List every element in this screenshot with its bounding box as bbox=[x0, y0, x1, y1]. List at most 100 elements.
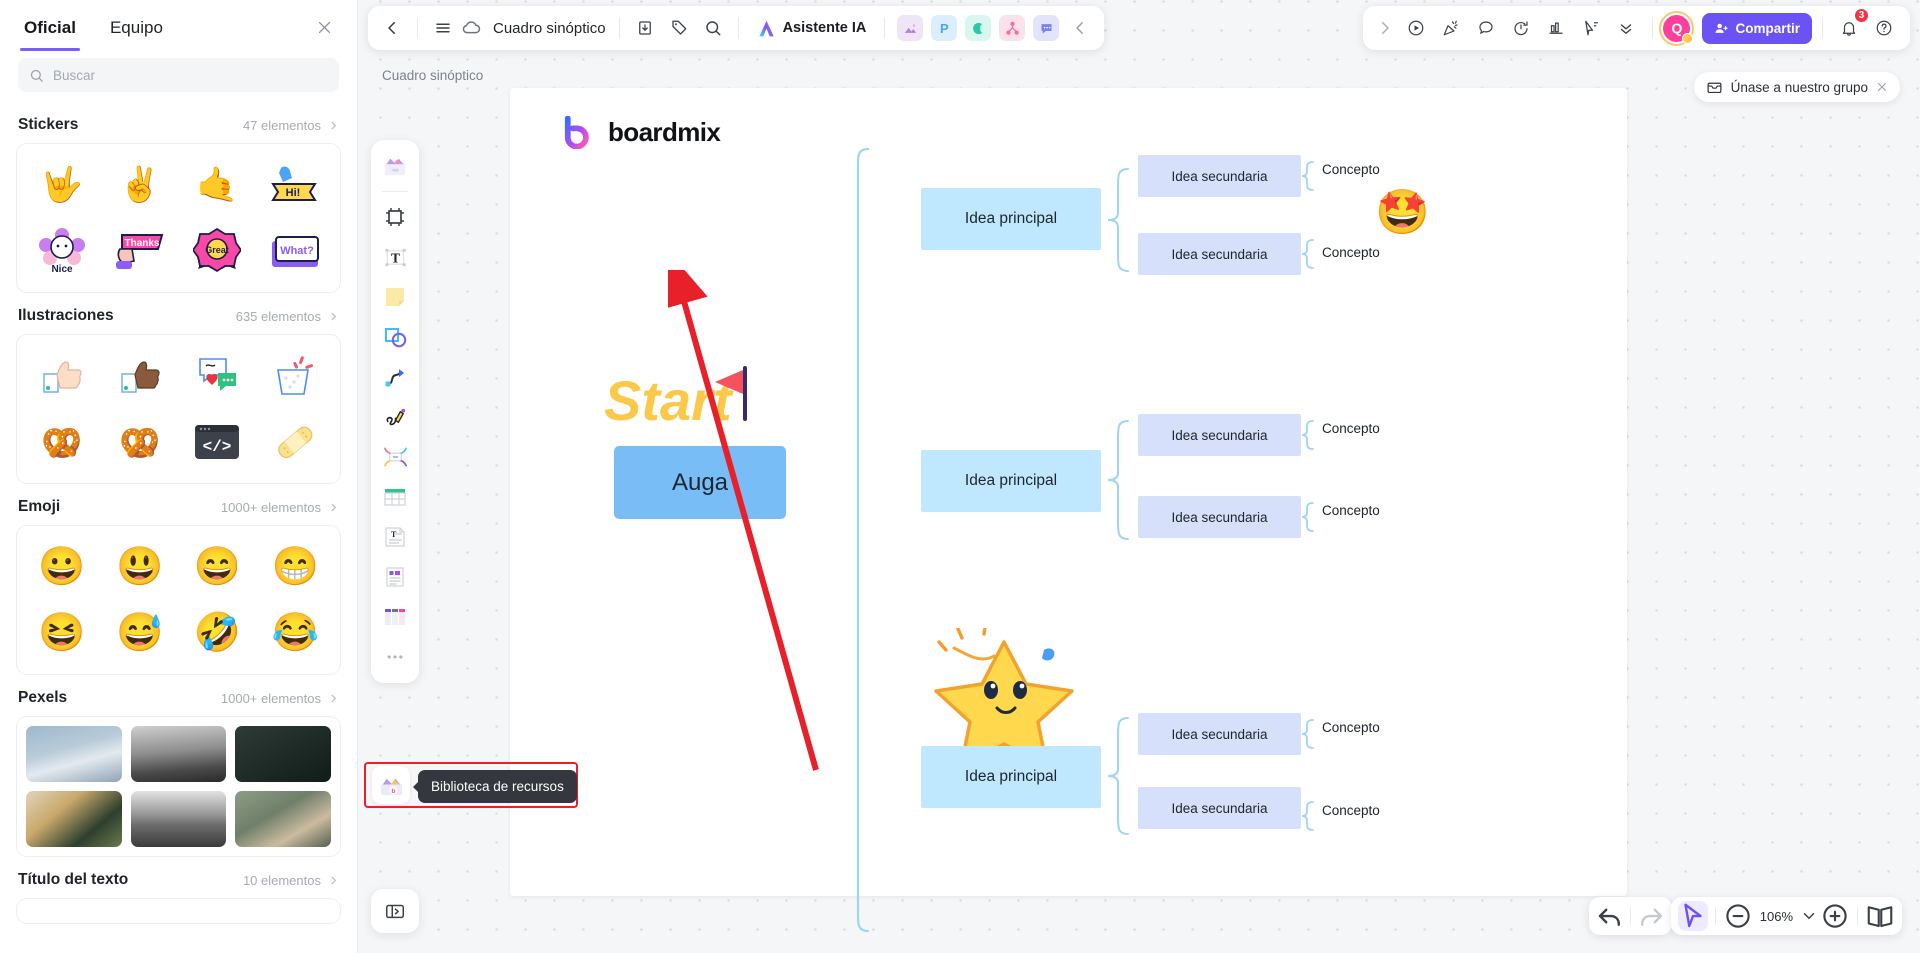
document-card-icon[interactable] bbox=[376, 558, 414, 596]
resource-library-icon[interactable]: b bbox=[372, 766, 410, 804]
secondary-idea-node[interactable]: Idea secundaria bbox=[1138, 787, 1301, 829]
secondary-idea-node[interactable]: Idea secundaria bbox=[1138, 713, 1301, 755]
pexels-photo[interactable] bbox=[130, 726, 227, 782]
canvas-area[interactable]: boardmix Start Start Auga Idea principal… bbox=[358, 0, 1920, 953]
emoji-item[interactable]: 😅 bbox=[101, 602, 179, 664]
sticker-item[interactable]: Thanks bbox=[101, 220, 179, 282]
select-tool-button[interactable] bbox=[1677, 901, 1708, 931]
concept-label[interactable]: Concepto bbox=[1322, 720, 1380, 735]
search-input[interactable] bbox=[53, 67, 328, 83]
sticker-item[interactable]: Nice bbox=[23, 220, 101, 282]
chevron-right-icon[interactable] bbox=[328, 311, 339, 322]
mindmap-icon[interactable] bbox=[999, 15, 1026, 41]
share-button[interactable]: Compartir bbox=[1702, 12, 1812, 44]
join-group-banner[interactable]: Únase a nuestro grupo bbox=[1693, 72, 1900, 102]
secondary-idea-node[interactable]: Idea secundaria bbox=[1138, 233, 1301, 275]
close-icon[interactable] bbox=[311, 14, 337, 40]
sticker-item[interactable]: What? bbox=[256, 220, 334, 282]
kanban-icon[interactable] bbox=[376, 598, 414, 636]
notifications-button[interactable]: 3 bbox=[1833, 8, 1869, 44]
tab-equipo[interactable]: Equipo bbox=[106, 4, 167, 51]
illustration-item[interactable] bbox=[256, 411, 334, 473]
comment-icon[interactable] bbox=[1033, 15, 1060, 41]
section-header-pexels[interactable]: Pexels 1000+ elementos bbox=[16, 675, 341, 716]
zoom-level-label[interactable]: 106% bbox=[1755, 909, 1798, 924]
breadcrumb[interactable]: Cuadro sinóptico bbox=[382, 68, 483, 83]
avatar[interactable]: Q bbox=[1663, 14, 1694, 44]
more-down-button[interactable] bbox=[1610, 12, 1642, 44]
sticker-item[interactable]: 🤟 bbox=[23, 154, 101, 216]
zoom-out-button[interactable] bbox=[1723, 901, 1753, 931]
sticker-pack-icon[interactable] bbox=[376, 147, 414, 185]
emoji-item[interactable]: 😁 bbox=[256, 536, 334, 598]
emoji-item[interactable]: 😃 bbox=[101, 536, 179, 598]
star-sticker[interactable] bbox=[934, 626, 1079, 769]
emoji-item[interactable]: 😆 bbox=[23, 602, 101, 664]
text-card-icon[interactable]: T bbox=[376, 518, 414, 556]
sticker-item[interactable]: ✌️ bbox=[101, 154, 179, 216]
emoji-item[interactable]: 😀 bbox=[23, 536, 101, 598]
back-button[interactable] bbox=[376, 12, 408, 44]
emoji-item[interactable]: 😂 bbox=[256, 602, 334, 664]
main-idea-node[interactable]: Idea principal bbox=[921, 450, 1101, 512]
sticker-item[interactable]: Hi! bbox=[256, 154, 334, 216]
help-button[interactable] bbox=[1868, 12, 1900, 44]
pexels-photo[interactable] bbox=[26, 791, 122, 847]
search-box[interactable] bbox=[18, 58, 339, 92]
sticker-item[interactable]: Great bbox=[179, 220, 257, 282]
export-button[interactable] bbox=[629, 12, 661, 44]
table-icon[interactable] bbox=[376, 478, 414, 516]
board-sheet[interactable]: boardmix Start Start Auga Idea principal… bbox=[510, 88, 1627, 933]
pexels-photo[interactable] bbox=[235, 791, 331, 847]
auga-node[interactable]: Auga bbox=[614, 446, 786, 519]
illustration-item[interactable] bbox=[179, 345, 257, 407]
pointer-cursor-button[interactable] bbox=[1575, 12, 1607, 44]
presentation-view-button[interactable] bbox=[1865, 901, 1895, 931]
text-icon[interactable]: T bbox=[376, 238, 414, 276]
ai-assistant-button[interactable]: Asistente IA bbox=[748, 12, 876, 44]
concept-label[interactable]: Concepto bbox=[1322, 421, 1380, 436]
secondary-idea-node[interactable]: Idea secundaria bbox=[1138, 496, 1301, 538]
illustration-item[interactable] bbox=[101, 345, 179, 407]
star-struck-emoji[interactable]: 🤩 bbox=[1375, 191, 1430, 235]
expand-right-toolbar-button[interactable] bbox=[1373, 12, 1397, 44]
concept-label[interactable]: Concepto bbox=[1322, 803, 1380, 818]
illustration-item[interactable]: 🥨 bbox=[23, 411, 101, 473]
concept-label[interactable]: Concepto bbox=[1322, 503, 1380, 518]
illustration-item[interactable]: 🥨 bbox=[101, 411, 179, 473]
celebrate-button[interactable] bbox=[1435, 12, 1467, 44]
concept-label[interactable]: Concepto bbox=[1322, 245, 1380, 260]
concept-label[interactable]: Concepto bbox=[1322, 162, 1380, 177]
comment-button[interactable] bbox=[1470, 12, 1502, 44]
undo-button[interactable] bbox=[1595, 901, 1625, 931]
zoom-dropdown-button[interactable] bbox=[1800, 901, 1818, 931]
illustration-item[interactable]: </> bbox=[179, 411, 257, 473]
section-header-stickers[interactable]: Stickers 47 elementos bbox=[16, 102, 341, 143]
chevron-right-icon[interactable] bbox=[328, 693, 339, 704]
image-icon[interactable] bbox=[897, 15, 924, 41]
illustration-item[interactable] bbox=[23, 345, 101, 407]
pen-draw-icon[interactable] bbox=[376, 398, 414, 436]
tab-oficial[interactable]: Oficial bbox=[20, 4, 80, 51]
redo-button[interactable] bbox=[1636, 901, 1666, 931]
menu-button[interactable] bbox=[427, 12, 459, 44]
search-button[interactable] bbox=[697, 12, 729, 44]
shapes-icon[interactable] bbox=[376, 318, 414, 356]
document-title[interactable]: Cuadro sinóptico bbox=[491, 20, 610, 37]
pexels-photo[interactable] bbox=[26, 726, 122, 782]
emoji-item[interactable]: 😄 bbox=[179, 536, 257, 598]
pexels-photo[interactable] bbox=[235, 726, 331, 782]
chevron-right-icon[interactable] bbox=[328, 502, 339, 513]
present-button[interactable] bbox=[1400, 12, 1432, 44]
pexels-photo[interactable] bbox=[130, 791, 227, 847]
secondary-idea-node[interactable]: Idea secundaria bbox=[1138, 414, 1301, 456]
start-wordart[interactable]: Start Start bbox=[600, 358, 782, 448]
tag-button[interactable] bbox=[663, 12, 695, 44]
illustration-item[interactable] bbox=[256, 345, 334, 407]
expand-panel-button[interactable] bbox=[371, 889, 419, 933]
section-header-titulo[interactable]: Título del texto 10 elementos bbox=[16, 857, 341, 898]
chevron-right-icon[interactable] bbox=[328, 875, 339, 886]
frame-icon[interactable] bbox=[376, 198, 414, 236]
collapse-toolbar-button[interactable] bbox=[1064, 12, 1096, 44]
sticker-item[interactable]: 🤙 bbox=[179, 154, 257, 216]
